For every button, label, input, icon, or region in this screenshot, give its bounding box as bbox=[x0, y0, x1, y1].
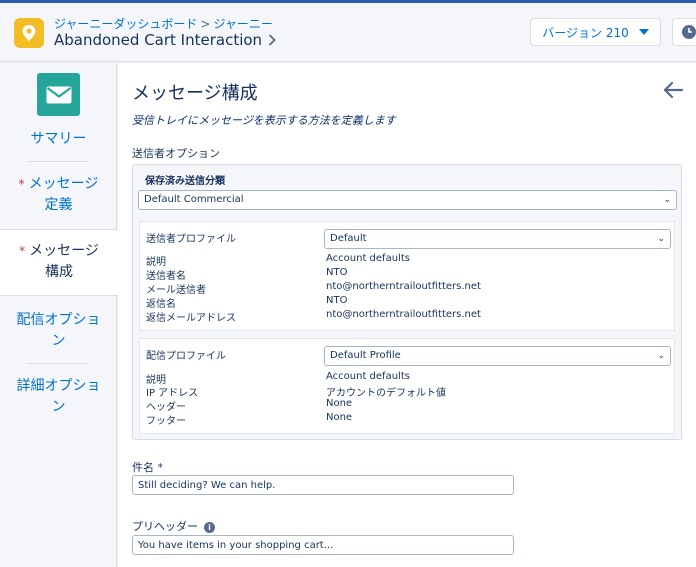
delivery-row-value: None bbox=[326, 412, 353, 423]
sender-profile-label: 送信者プロファイル bbox=[146, 234, 236, 245]
sidebar-item-label: メッセージ bbox=[28, 176, 99, 192]
sender-profile-section: 送信者プロファイル Default ⌄ 説明 Account defaults … bbox=[139, 221, 675, 331]
caret-down-icon bbox=[638, 29, 649, 35]
delivery-profile-label: 配信プロファイル bbox=[146, 351, 226, 362]
header-bar: ジャーニーダッシュボード > ジャーニー Abandoned Cart Intera… bbox=[0, 0, 696, 62]
breadcrumb: ジャーニーダッシュボード > ジャーニー bbox=[54, 15, 273, 32]
sidebar-item-label: 定義 bbox=[44, 197, 73, 213]
sidebar-item-delivery-options[interactable]: 配信オプショ ン bbox=[0, 310, 117, 352]
sidebar-item-summary[interactable]: サマリー bbox=[0, 129, 117, 150]
wizard-sidebar: サマリー * メッセージ 定義 * メッセージ 構成 配信オプショ ン 詳細オプショ… bbox=[0, 63, 118, 567]
page-subtitle: 受信トレイにメッセージを表示する方法を定義します bbox=[132, 114, 396, 127]
sidebar-item-label: 構成 bbox=[45, 264, 73, 280]
select-value: Default Profile bbox=[330, 350, 401, 361]
sender-row-label: 送信者名 bbox=[146, 271, 186, 282]
sender-profile-select[interactable]: Default ⌄ bbox=[324, 229, 671, 249]
subject-input[interactable] bbox=[132, 475, 514, 495]
preheader-label: プリヘッダー i bbox=[132, 518, 215, 534]
chevron-right-icon bbox=[268, 34, 276, 46]
sender-row-value: nto@northerntrailoutfitters.net bbox=[326, 281, 481, 292]
sender-options-panel: 保存済み送信分類 Default Commercial ⌄ 送信者プロファイル … bbox=[132, 164, 682, 440]
breadcrumb-journey[interactable]: ジャーニー bbox=[213, 17, 272, 31]
preheader-input[interactable] bbox=[132, 535, 514, 555]
version-label: バージョン 210 bbox=[542, 25, 629, 40]
sidebar-item-label: ン bbox=[51, 399, 66, 415]
sidebar-item-label: 配信オプショ bbox=[16, 312, 101, 328]
delivery-row-value: None bbox=[326, 398, 353, 409]
back-arrow-icon[interactable] bbox=[663, 81, 683, 99]
delivery-profile-select[interactable]: Default Profile ⌄ bbox=[324, 346, 671, 366]
sender-row-label: 返信名 bbox=[146, 299, 176, 310]
delivery-row-value: Account defaults bbox=[326, 371, 410, 382]
email-icon bbox=[37, 73, 80, 116]
version-dropdown[interactable]: バージョン 210 bbox=[530, 18, 661, 46]
caret-icon: ⌄ bbox=[657, 351, 665, 361]
sender-row-value: NTO bbox=[326, 295, 348, 306]
sidebar-item-message-definition[interactable]: * メッセージ 定義 bbox=[0, 174, 117, 216]
sidebar-divider bbox=[28, 161, 88, 162]
sender-row-label: 説明 bbox=[146, 257, 166, 268]
saved-classification-heading: 保存済み送信分類 bbox=[145, 176, 225, 187]
subject-label: 件名 * bbox=[132, 461, 163, 474]
page-title: メッセージ構成 bbox=[132, 83, 258, 104]
sender-row-value: nto@northerntrailoutfitters.net bbox=[326, 309, 481, 320]
delivery-row-label: ヘッダー bbox=[146, 402, 186, 413]
sidebar-item-message-configuration[interactable]: * メッセージ 構成 bbox=[0, 229, 118, 296]
sidebar-item-label: メッセージ bbox=[29, 243, 99, 259]
caret-icon: ⌄ bbox=[663, 195, 671, 205]
caret-icon: ⌄ bbox=[657, 234, 665, 244]
breadcrumb-journey-dashboard[interactable]: ジャーニーダッシュボード bbox=[54, 17, 197, 31]
sidebar-item-label: 詳細オプショ bbox=[16, 378, 101, 394]
journey-title-text: Abandoned Cart Interaction bbox=[54, 31, 263, 49]
sender-row-value: NTO bbox=[326, 267, 348, 278]
sidebar-item-label: サマリー bbox=[30, 131, 87, 147]
required-mark: * bbox=[19, 244, 26, 258]
sender-row-value: Account defaults bbox=[326, 253, 410, 264]
saved-classification-select[interactable]: Default Commercial ⌄ bbox=[138, 190, 677, 210]
delivery-row-label: IP アドレス bbox=[146, 388, 199, 399]
main-content: メッセージ構成 受信トレイにメッセージを表示する方法を定義します 送信者オプショ… bbox=[118, 63, 696, 567]
delivery-row-value: アカウントのデフォルト値 bbox=[326, 388, 446, 399]
clock-icon bbox=[682, 25, 696, 39]
required-mark: * bbox=[18, 177, 25, 191]
sidebar-item-label: ン bbox=[51, 333, 66, 349]
location-pin-icon bbox=[14, 18, 44, 48]
info-icon[interactable]: i bbox=[204, 521, 215, 533]
select-value: Default Commercial bbox=[144, 194, 244, 205]
select-value: Default bbox=[330, 233, 367, 244]
sender-row-label: 返信メールアドレス bbox=[146, 313, 236, 324]
sender-options-label: 送信者オプション bbox=[132, 147, 220, 160]
history-button[interactable] bbox=[672, 18, 696, 46]
breadcrumb-separator: > bbox=[200, 17, 211, 31]
sidebar-divider bbox=[28, 363, 88, 364]
delivery-row-label: フッター bbox=[146, 416, 186, 427]
sender-row-label: メール送信者 bbox=[146, 285, 206, 296]
journey-title[interactable]: Abandoned Cart Interaction bbox=[54, 31, 276, 49]
delivery-profile-section: 配信プロファイル Default Profile ⌄ 説明 Account de… bbox=[139, 338, 675, 434]
sidebar-item-advanced-options[interactable]: 詳細オプショ ン bbox=[0, 376, 117, 418]
preheader-label-text: プリヘッダー bbox=[132, 520, 198, 533]
header-accent-line bbox=[0, 0, 696, 3]
